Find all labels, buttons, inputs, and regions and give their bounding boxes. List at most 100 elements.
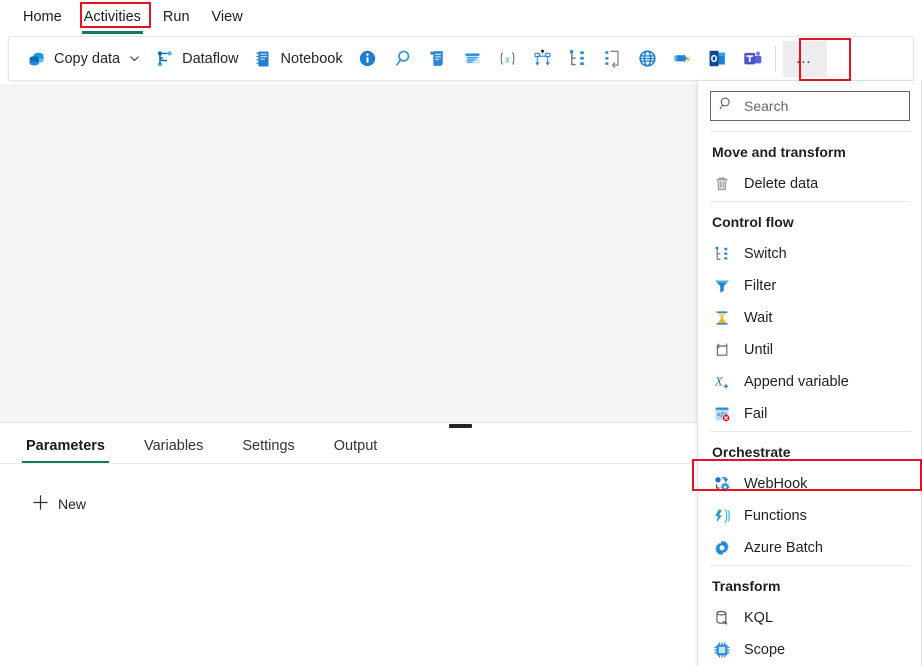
webhook-activity-icon [672,48,693,69]
flyout-item-label: WebHook [744,476,807,492]
toolbar-overflow-button[interactable]: … [783,41,827,77]
new-parameter-button[interactable]: New [28,490,112,518]
flyout-item-label: Delete data [744,176,818,192]
filter-icon [712,276,732,296]
web-button[interactable] [630,42,665,76]
menu-item-activities[interactable]: Activities [73,5,152,29]
teams-button[interactable] [735,42,770,76]
get-metadata-icon [357,48,378,69]
dataflow-icon [154,48,175,69]
tab-output[interactable]: Output [330,438,382,463]
flyout-item-label: Functions [744,508,807,524]
flyout-item-label: Filter [744,278,776,294]
notebook-icon [253,48,274,69]
webhook-trigger-button[interactable] [665,42,700,76]
set-variable-icon: x [497,48,518,69]
menu-item-label: Run [163,9,190,25]
menu-item-run[interactable]: Run [152,5,201,29]
flyout-item-scope[interactable]: Scope [698,634,922,666]
active-tab-underline [82,31,143,34]
teams-icon [742,48,763,69]
group-title-move-and-transform: Move and transform [698,132,922,168]
pipeline-editor: Home Activities Run View [0,0,922,666]
flyout-item-fail[interactable]: </> Fail [698,398,922,430]
flyout-item-switch[interactable]: Switch [698,238,922,270]
flyout-item-delete-data[interactable]: Delete data [698,168,922,200]
until-loop-icon [712,340,732,360]
flyout-item-kql[interactable]: KQL [698,602,922,634]
flyout-search-area [698,81,922,130]
webhook-toolbar-button[interactable] [595,42,630,76]
deploy-model-icon [532,48,553,69]
ellipsis-icon: … [795,51,814,67]
flyout-item-label: Wait [744,310,772,326]
tab-label: Output [334,438,378,454]
flyout-item-append-variable[interactable]: X Append variable [698,366,922,398]
tab-settings[interactable]: Settings [238,438,298,463]
dataflow-label: Dataflow [182,51,238,67]
menu-bar: Home Activities Run View [0,0,922,33]
flyout-item-label: Azure Batch [744,540,823,556]
copy-data-label: Copy data [54,51,120,67]
copy-data-icon [26,48,47,69]
dataflow-button[interactable]: Dataflow [147,42,245,76]
webhook-flow-icon [602,48,623,69]
append-variable-icon: X [712,372,732,392]
flyout-item-label: Append variable [744,374,849,390]
toolbar-separator [775,46,776,72]
flyout-item-label: KQL [744,610,773,626]
flyout-item-label: Switch [744,246,787,262]
web-icon [637,48,658,69]
copy-data-button[interactable]: Copy data [19,42,147,76]
tab-parameters[interactable]: Parameters [22,438,109,463]
webhook-icon [712,474,732,494]
flyout-item-webhook[interactable]: WebHook [698,468,922,500]
tab-label: Settings [242,438,294,454]
notebook-button[interactable]: Notebook [246,42,350,76]
activities-toolbar: Copy data Dataflow [8,36,914,81]
switch-toolbar-button[interactable] [560,42,595,76]
menu-item-home[interactable]: Home [12,5,73,29]
activities-flyout-panel: Move and transform Delete data Control f… [697,81,922,666]
script-icon [427,48,448,69]
stored-procedure-button[interactable] [455,42,490,76]
group-title-transform: Transform [698,566,922,602]
menu-item-label: View [212,9,243,25]
plus-icon [32,494,49,514]
notebook-label: Notebook [281,51,343,67]
stored-procedure-icon [462,48,483,69]
lookup-icon [392,48,413,69]
flyout-item-wait[interactable]: Wait [698,302,922,334]
trash-icon [712,174,732,194]
get-metadata-button[interactable] [350,42,385,76]
svg-text:X: X [714,375,724,389]
tab-label: Variables [144,438,203,454]
menu-item-label: Activities [84,9,141,25]
search-box[interactable] [710,91,910,121]
lookup-button[interactable] [385,42,420,76]
tab-variables[interactable]: Variables [140,438,207,463]
deploy-model-button[interactable] [525,42,560,76]
chevron-down-icon[interactable] [129,53,140,64]
search-input[interactable] [742,97,901,115]
menu-item-view[interactable]: View [201,5,254,29]
set-variable-button[interactable]: x [490,42,525,76]
new-parameter-label: New [58,496,86,512]
office365-outlook-button[interactable] [700,42,735,76]
flyout-item-filter[interactable]: Filter [698,270,922,302]
hourglass-icon [712,308,732,328]
flyout-item-until[interactable]: Until [698,334,922,366]
fail-icon: </> [712,404,732,424]
flyout-item-azure-batch[interactable]: Azure Batch [698,532,922,564]
gear-icon [712,538,732,558]
splitter-grip[interactable] [449,424,472,428]
flyout-item-functions[interactable]: Functions [698,500,922,532]
office365-outlook-icon [707,48,728,69]
flyout-item-label: Scope [744,642,785,658]
scope-chip-icon [712,640,732,660]
search-icon [719,96,734,116]
menu-item-label: Home [23,9,62,25]
flyout-item-label: Fail [744,406,767,422]
script-button[interactable] [420,42,455,76]
tab-label: Parameters [26,438,105,454]
